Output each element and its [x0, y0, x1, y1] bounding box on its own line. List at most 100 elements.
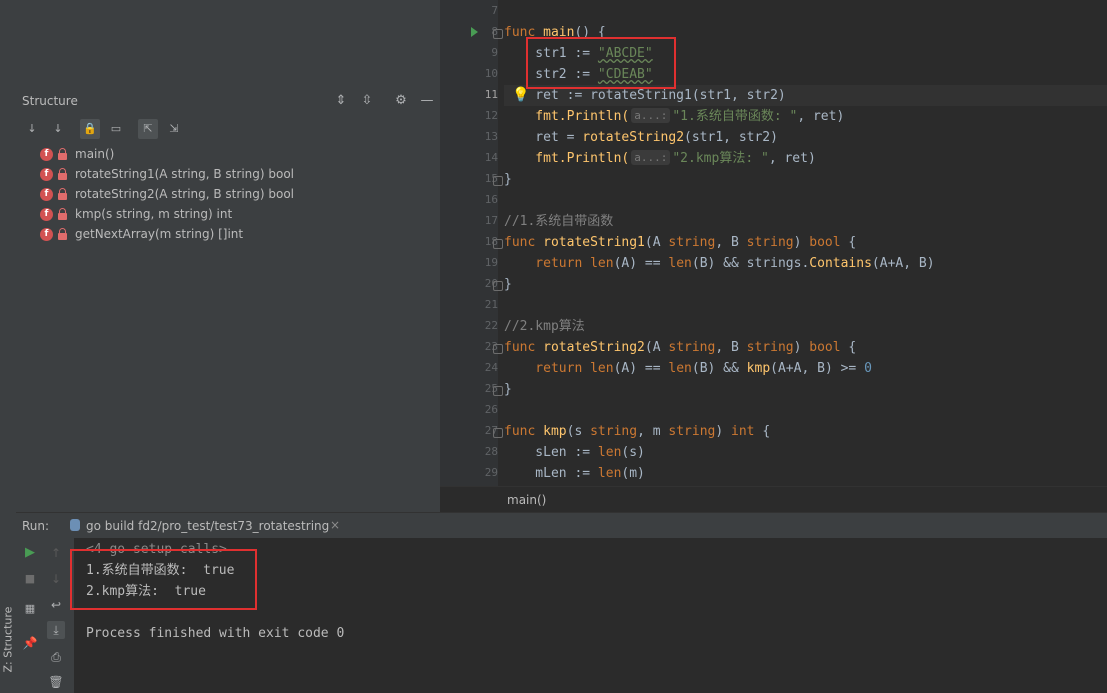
- scroll-to-end-icon[interactable]: ⤓: [47, 621, 65, 639]
- line-number: 28: [484, 445, 498, 458]
- console-exit-line: Process finished with exit code 0: [86, 626, 345, 641]
- structure-item-rotatestring2[interactable]: f rotateString2(A string, B string) bool: [40, 185, 420, 205]
- line-number: 24: [484, 361, 498, 374]
- collapse-all-icon[interactable]: ⇳: [358, 92, 376, 110]
- run-console[interactable]: <4 go setup calls> 1.系统自带函数: true 2.kmp算…: [70, 538, 1107, 693]
- code-token: , B: [715, 340, 747, 355]
- up-arrow-icon[interactable]: ↑: [47, 544, 65, 562]
- structure-item-label: kmp(s string, m string) int: [75, 207, 233, 221]
- code-token: rotateString2: [543, 340, 645, 355]
- structure-item-rotatestring1[interactable]: f rotateString1(A string, B string) bool: [40, 165, 420, 185]
- structure-side-tab[interactable]: Z: Structure: [0, 598, 16, 678]
- code-token: {: [754, 424, 771, 439]
- structure-title: Structure: [22, 94, 78, 108]
- code-token: return: [504, 361, 583, 376]
- code-line-28: sLen := len(s): [504, 442, 645, 463]
- fold-marker-icon[interactable]: [493, 281, 503, 291]
- line-number: 21: [484, 298, 498, 311]
- close-tab-icon[interactable]: ×: [330, 518, 340, 532]
- code-token: func: [504, 235, 536, 250]
- lightbulb-icon[interactable]: 💡: [512, 87, 529, 103]
- lock-icon: [58, 188, 67, 200]
- fold-marker-icon[interactable]: [493, 176, 503, 186]
- structure-item-getnextarray[interactable]: f getNextArray(m string) []int: [40, 225, 420, 245]
- structure-item-main[interactable]: f main(): [40, 145, 420, 165]
- code-token: (A) ==: [613, 256, 669, 271]
- code-token: (A: [644, 340, 669, 355]
- structure-item-kmp[interactable]: f kmp(s string, m string) int: [40, 205, 420, 225]
- fold-marker-icon[interactable]: [493, 344, 503, 354]
- code-token: , B: [715, 235, 747, 250]
- code-token: len: [668, 361, 692, 376]
- show-non-public-icon[interactable]: 🔒: [80, 119, 100, 139]
- code-token: return: [504, 256, 583, 271]
- pin-icon[interactable]: 📌: [21, 634, 39, 652]
- code-token: {: [840, 235, 857, 250]
- breadcrumb[interactable]: main(): [507, 493, 546, 507]
- structure-item-label: main(): [75, 147, 115, 161]
- rerun-icon[interactable]: ▶: [21, 544, 39, 562]
- code-line-23: func rotateString2(A string, B string) b…: [504, 337, 856, 358]
- line-number: 14: [484, 151, 498, 164]
- print-icon[interactable]: ⎙: [47, 648, 65, 666]
- function-icon: f: [40, 168, 53, 181]
- show-fields-icon[interactable]: ▭: [106, 119, 126, 139]
- run-config-tab[interactable]: go build fd2/pro_test/test73_rotatestrin…: [66, 513, 366, 539]
- line-number: 12: [484, 109, 498, 122]
- code-editor[interactable]: 7 8 9 10 11 12 13 14 15 16 17 18 19 20 2…: [440, 0, 1107, 513]
- code-token: "2.kmp算法: ": [672, 151, 769, 166]
- lock-icon: [58, 208, 67, 220]
- highlight-box-strings: [526, 37, 676, 89]
- code-token: ): [793, 340, 810, 355]
- code-line-19: return len(A) == len(B) && strings.Conta…: [504, 253, 934, 274]
- line-number-gutter: 7 8 9 10 11 12 13 14 15 16 17 18 19 20 2…: [440, 0, 503, 486]
- code-token: Contains: [809, 256, 872, 271]
- stop-icon[interactable]: ■: [21, 570, 39, 588]
- layout-icon[interactable]: ▦: [21, 600, 39, 618]
- code-token: , ret): [797, 109, 845, 124]
- gear-icon[interactable]: ⚙: [392, 92, 410, 110]
- structure-header: Structure ⇕ ⇳ ⚙ —: [16, 88, 440, 114]
- expand-all-icon[interactable]: ⇕: [332, 92, 350, 110]
- line-number: 9: [491, 46, 498, 59]
- code-token: mLen :=: [504, 466, 598, 481]
- soft-wrap-icon[interactable]: ↩: [47, 596, 65, 614]
- code-token: func: [504, 340, 536, 355]
- autoscroll-to-source-icon[interactable]: ⇱: [138, 119, 158, 139]
- code-token: (str1, str2): [684, 130, 778, 145]
- run-toolbar-primary: ▶ ■ ▦ 📌: [16, 538, 42, 693]
- line-number: 10: [484, 67, 498, 80]
- code-token: , m: [637, 424, 669, 439]
- run-label: Run:: [22, 519, 50, 533]
- code-token: (str1, str2): [691, 88, 786, 103]
- line-number: 19: [484, 256, 498, 269]
- code-comment: //1.系统自带函数: [504, 214, 614, 229]
- down-arrow-icon[interactable]: ↓: [47, 570, 65, 588]
- lock-icon: [58, 168, 67, 180]
- code-token: ret =: [504, 130, 583, 145]
- code-token: (A) ==: [613, 361, 669, 376]
- fold-marker-icon[interactable]: [493, 428, 503, 438]
- fold-marker-icon[interactable]: [493, 386, 503, 396]
- line-number: 13: [484, 130, 498, 143]
- structure-side-tab-label: Z: Structure: [1, 606, 15, 673]
- lock-icon: [58, 228, 67, 240]
- minimize-icon[interactable]: —: [418, 92, 436, 110]
- code-token: string: [668, 424, 716, 439]
- code-token: ): [793, 235, 810, 250]
- code-token: rotateString2: [582, 130, 685, 145]
- trash-icon[interactable]: 🗑: [47, 673, 65, 691]
- fold-marker-icon[interactable]: [493, 29, 503, 39]
- code-line-14: fmt.Println(a...: "2.kmp算法: ", ret): [504, 148, 816, 169]
- code-token: ): [715, 424, 732, 439]
- go-build-icon: [70, 519, 80, 531]
- sort-alphabetically-icon[interactable]: ↓: [48, 119, 68, 139]
- autoscroll-from-source-icon[interactable]: ⇲: [164, 119, 184, 139]
- function-icon: f: [40, 148, 53, 161]
- sort-by-visibility-icon[interactable]: ↓: [22, 119, 42, 139]
- code-token: fmt.Println(: [504, 109, 630, 124]
- fold-marker-icon[interactable]: [493, 239, 503, 249]
- run-gutter-icon[interactable]: [471, 27, 478, 37]
- code-token: len: [582, 256, 614, 271]
- highlight-box-output: [70, 549, 257, 610]
